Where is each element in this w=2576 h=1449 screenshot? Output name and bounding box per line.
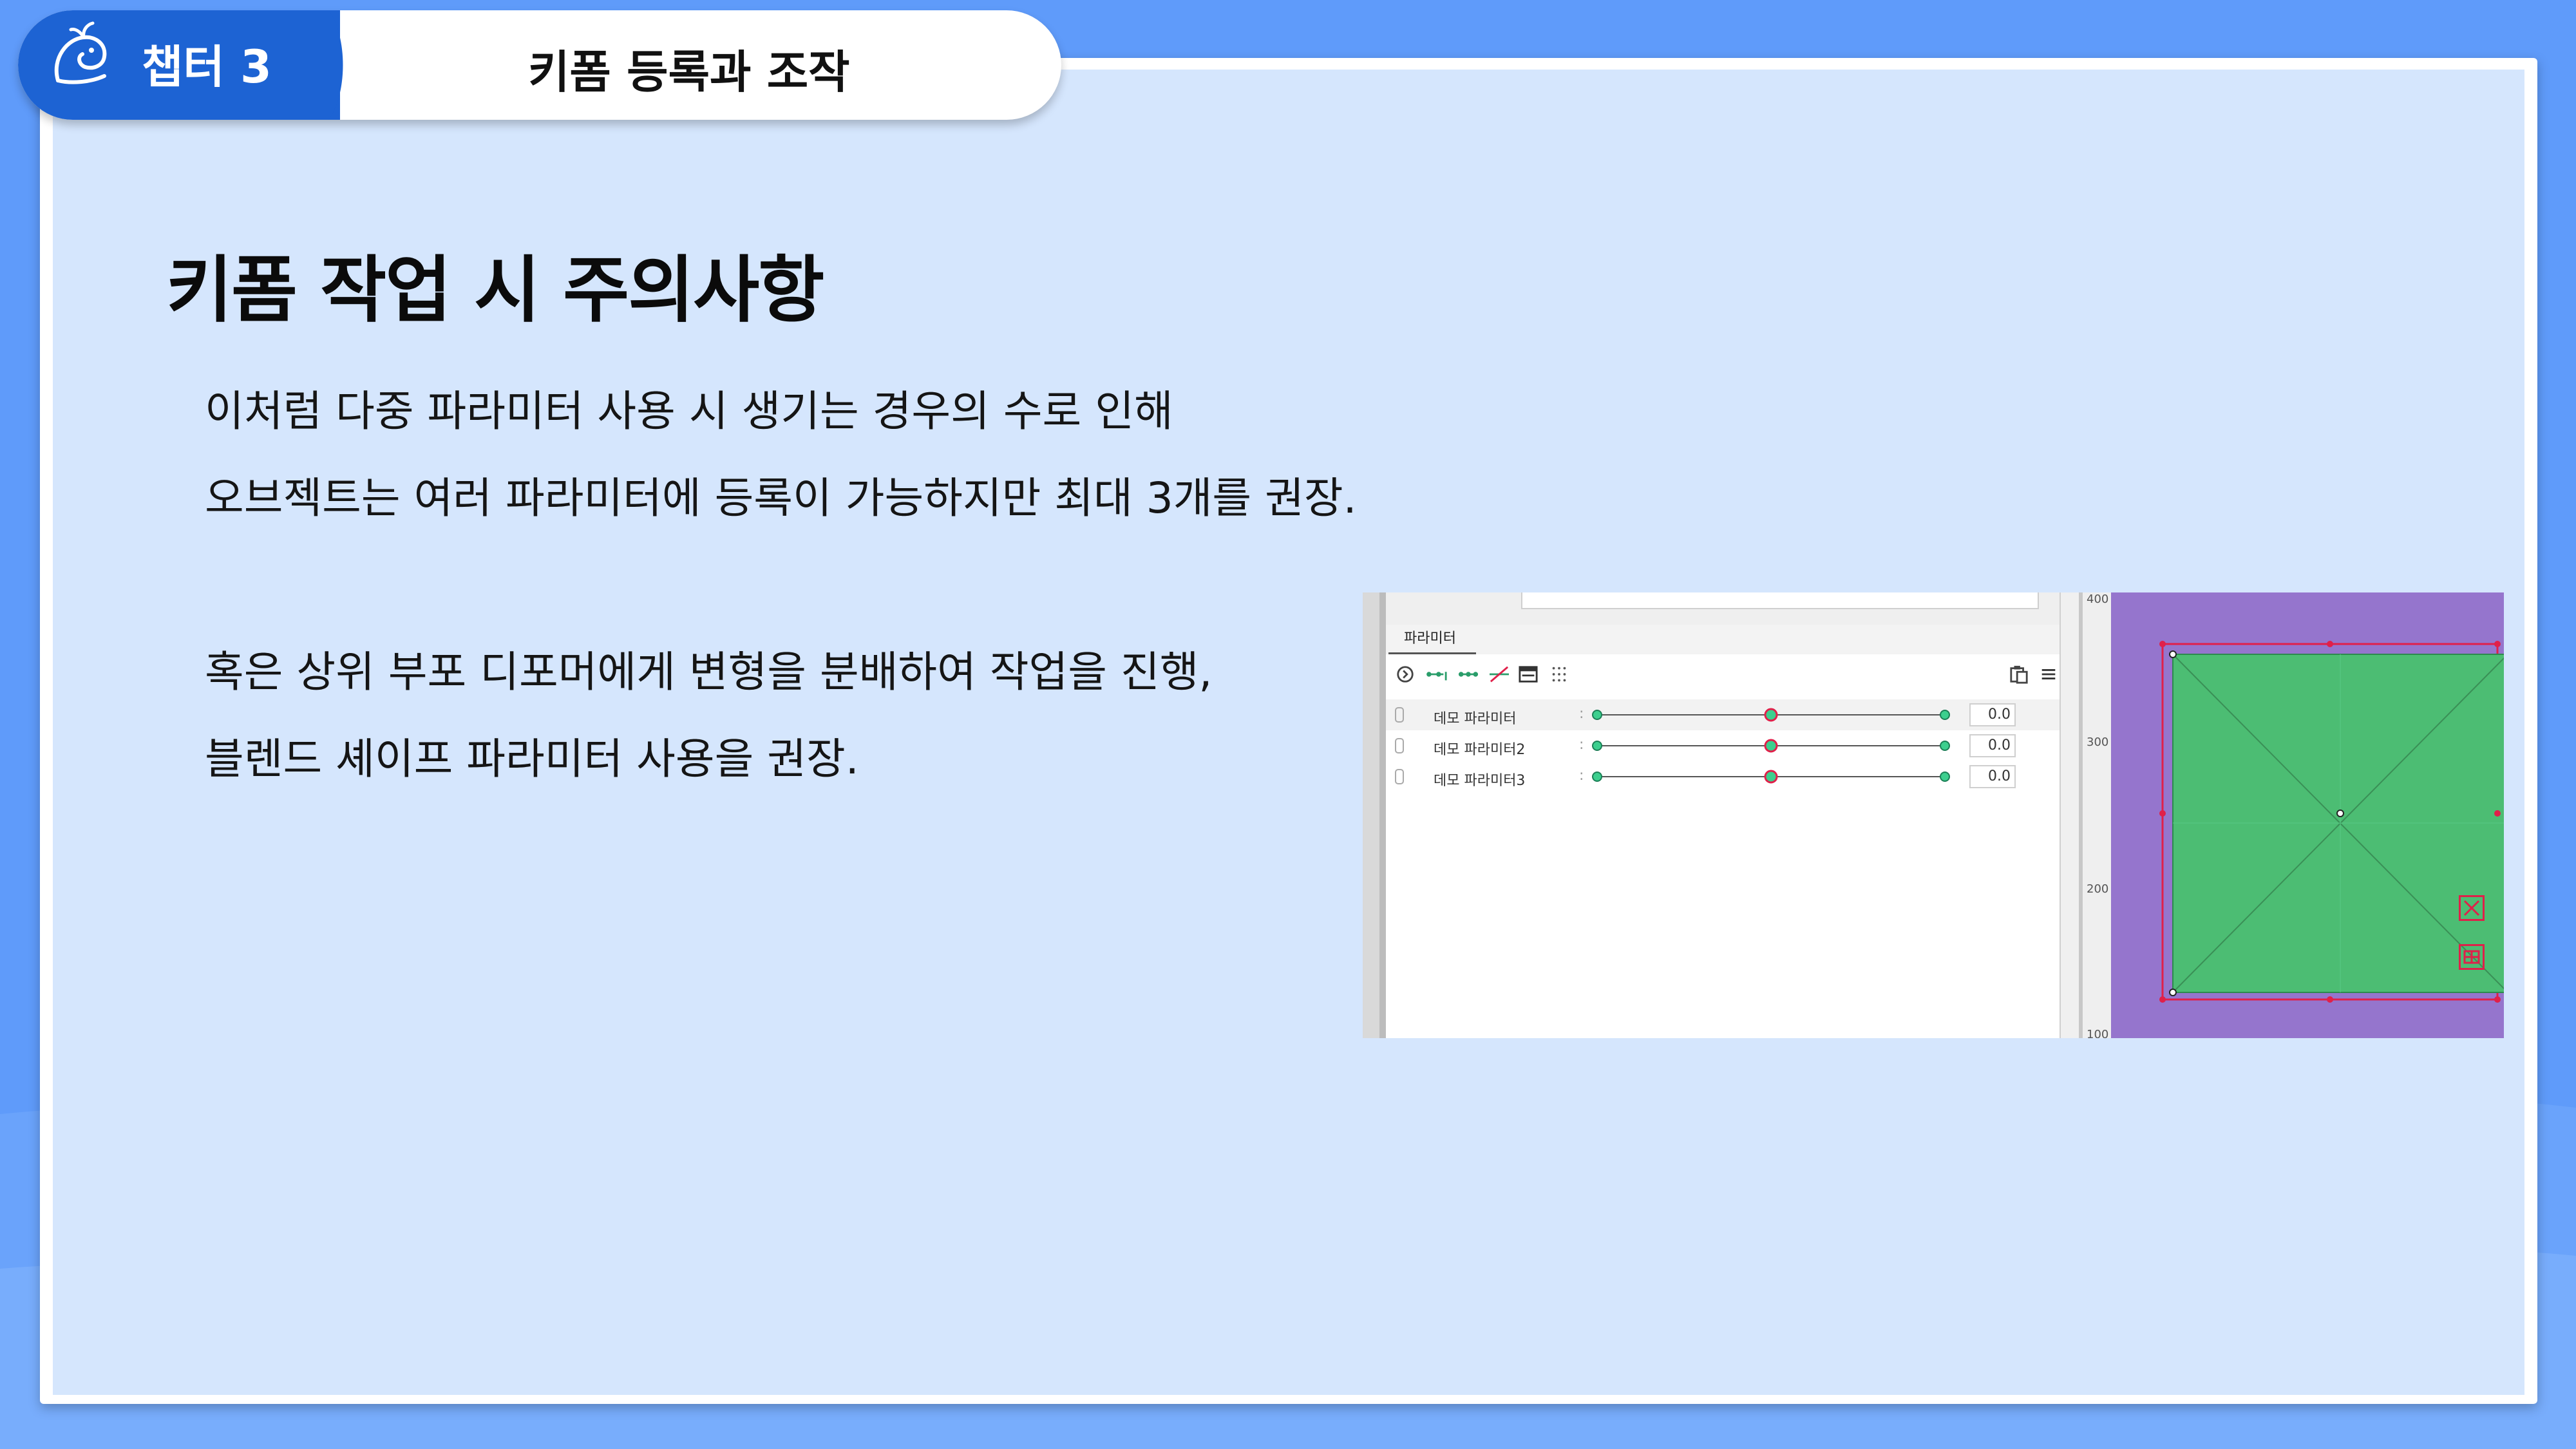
paste-icon[interactable] bbox=[2008, 665, 2030, 684]
upper-panel-field bbox=[1521, 592, 2039, 609]
panel-divider bbox=[1363, 592, 1379, 1038]
parameter-row[interactable]: 데모 파라미터3 : 0.0 bbox=[1386, 761, 2081, 792]
whale-logo-icon bbox=[54, 21, 107, 84]
parameter-name: 데모 파라미터2 bbox=[1434, 742, 1526, 758]
body-text-line: 블렌드 셰이프 파라미터 사용을 권장. bbox=[205, 734, 859, 784]
vertical-ruler: 400 300 200 100 bbox=[2079, 592, 2111, 1038]
delete-keyform-icon[interactable] bbox=[1486, 665, 1512, 684]
keyform-table-icon[interactable] bbox=[1517, 665, 1539, 684]
parameter-handle: : bbox=[1579, 737, 1584, 753]
body-text-line: 이처럼 다중 파라미터 사용 시 생기는 경우의 수로 인해 bbox=[205, 386, 1173, 436]
grid-icon[interactable] bbox=[2459, 944, 2485, 970]
panel-divider bbox=[1379, 592, 1386, 1038]
panel-tab-bar bbox=[1386, 625, 2081, 656]
grid-dots-icon[interactable] bbox=[1549, 665, 1569, 684]
parameter-row[interactable]: 데모 파라미터2 : 0.0 bbox=[1386, 730, 2081, 761]
parameter-name: 데모 파라미터3 bbox=[1434, 773, 1526, 789]
ruler-label: 100 bbox=[2087, 1028, 2109, 1038]
parameter-slider[interactable] bbox=[1591, 769, 1951, 784]
panel-scrollbar[interactable] bbox=[2060, 592, 2080, 1038]
upper-panel-strip bbox=[1386, 592, 2081, 629]
parameter-slider[interactable] bbox=[1591, 707, 1951, 723]
add-keyforms-icon[interactable] bbox=[1455, 665, 1481, 684]
parameter-value-input[interactable]: 0.0 bbox=[1969, 703, 2016, 726]
slide-heading: 키폼 작업 시 주의사항 bbox=[166, 249, 824, 332]
lock-icon[interactable] bbox=[1395, 707, 1404, 723]
expand-icon[interactable] bbox=[1395, 665, 1416, 684]
chapter-label: 챕터 3 bbox=[142, 41, 272, 93]
parameter-value-input[interactable]: 0.0 bbox=[1969, 734, 2016, 757]
lock-icon[interactable] bbox=[1395, 738, 1404, 753]
mesh-deformer[interactable] bbox=[2111, 592, 2504, 1038]
chapter-tab-curve bbox=[303, 10, 343, 120]
parameter-handle: : bbox=[1579, 768, 1584, 784]
header-title: 키폼 등록과 조작 bbox=[528, 46, 850, 99]
add-keyform-icon[interactable] bbox=[1425, 665, 1450, 684]
parameter-handle: : bbox=[1579, 706, 1584, 722]
ruler-label: 200 bbox=[2087, 882, 2109, 896]
tab-parameters[interactable]: 파라미터 bbox=[1388, 626, 1476, 654]
close-icon[interactable] bbox=[2459, 895, 2485, 921]
menu-icon[interactable] bbox=[2039, 665, 2058, 684]
parameter-name: 데모 파라미터 bbox=[1434, 711, 1517, 727]
embedded-screenshot: 파라미터 데모 파라미터 : 0.0 데모 파라미터2 : 0.0 데모 파라미… bbox=[1363, 592, 2504, 1038]
ruler-label: 300 bbox=[2087, 735, 2109, 749]
model-canvas[interactable] bbox=[2111, 592, 2504, 1038]
parameter-value-input[interactable]: 0.0 bbox=[1969, 765, 2016, 788]
body-text-line: 오브젝트는 여러 파라미터에 등록이 가능하지만 최대 3개를 권장. bbox=[205, 473, 1357, 523]
parameter-toolbar bbox=[1386, 654, 2081, 693]
ruler-label: 400 bbox=[2087, 592, 2109, 606]
parameter-row[interactable]: 데모 파라미터 : 0.0 bbox=[1386, 699, 2081, 730]
parameter-slider[interactable] bbox=[1591, 738, 1951, 753]
lock-icon[interactable] bbox=[1395, 769, 1404, 784]
body-text-line: 혹은 상위 부포 디포머에게 변형을 분배하여 작업을 진행, bbox=[205, 647, 1213, 697]
